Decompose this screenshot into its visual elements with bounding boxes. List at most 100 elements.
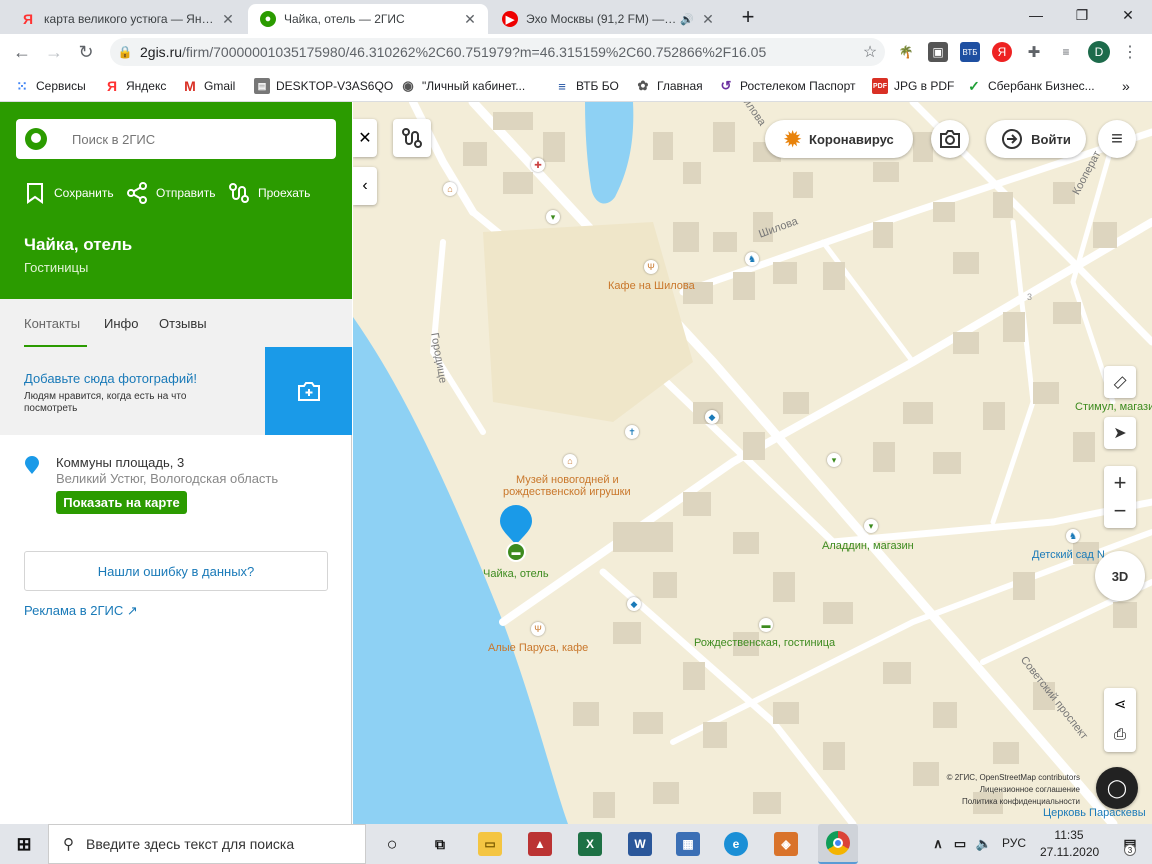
chrome-menu-icon[interactable]: ⋮ [1120,42,1140,62]
hotel-icon[interactable]: ▬ [506,542,526,562]
my-location-button[interactable]: ➤ [1104,417,1136,449]
print-icon[interactable]: ⎙ [1114,720,1126,750]
yandex-extension-icon[interactable]: Я [992,42,1012,62]
bookmark-rostelecom[interactable]: ↺ Ростелеком Паспорт [718,77,856,95]
close-panel-button[interactable]: ✕ [353,119,377,157]
browser-tab-yandex[interactable]: Я карта великого устюга — Яндекс ✕ [8,4,246,34]
taskbar-search[interactable]: ⚲ Введите здесь текст для поиска [48,824,366,864]
cortana-icon[interactable]: ○ [380,832,404,856]
bookmark-cabinet[interactable]: ◉ "Личный кабинет... [400,77,525,95]
poi-icon[interactable]: ◆ [627,597,641,611]
edge-icon[interactable]: e [724,832,748,856]
privacy-link[interactable]: Политика конфиденциальности [925,796,1080,808]
login-button[interactable]: Войти [986,120,1086,158]
coronavirus-button[interactable]: ✹ Коронавирус [765,120,913,158]
show-on-map-button[interactable]: Показать на карте [56,491,187,514]
task-view-icon[interactable]: ⧉ [428,832,452,856]
network-icon[interactable]: ▭ [948,832,972,856]
kindergarten-icon[interactable]: ♞ [745,252,759,266]
tab-reviews[interactable]: Отзывы [159,316,207,331]
save-button[interactable]: Сохранить [24,182,114,204]
place-label-museum[interactable]: Музей новогодней и [516,474,619,486]
maximize-button[interactable]: ❐ [1059,0,1105,30]
browser-tab-echo[interactable]: ▶ Эхо Москвы (91,2 FM) — слушать 🔊 ✕ [490,4,726,34]
reload-button[interactable]: ↻ [72,38,100,66]
map-view[interactable]: Шилова Шилова Городище Советский проспек… [353,102,1152,824]
back-button[interactable]: ← [8,38,36,66]
share-icon[interactable]: ⋖ [1114,690,1127,720]
zoom-in-button[interactable]: + [1114,469,1127,497]
place-label-kindergarten[interactable]: Детский сад N [1032,549,1105,561]
search-input[interactable] [72,131,312,147]
palm-extension-icon[interactable]: 🌴 [896,42,916,62]
tab-contacts[interactable]: Контакты [24,316,80,331]
bookmark-main[interactable]: ✿ Главная [635,77,703,95]
route-button[interactable]: Проехать [228,182,310,204]
place-label-museum-2[interactable]: рождественской игрушки [503,486,631,498]
selected-place-marker[interactable] [500,505,532,545]
shop-icon[interactable]: ▾ [827,453,841,467]
browser-tab-2gis[interactable]: ● Чайка, отель — 2ГИС ✕ [248,4,488,34]
museum-icon[interactable]: ⌂ [443,182,457,196]
place-label-alye-parusa[interactable]: Алые Паруса, кафе [488,642,588,654]
cafe-icon[interactable]: Ψ [644,260,658,274]
close-tab-icon[interactable]: ✕ [220,11,236,28]
museum-icon[interactable]: ⌂ [563,454,577,468]
app-icon[interactable]: ▦ [676,832,700,856]
send-button[interactable]: Отправить [126,182,216,204]
close-window-button[interactable]: ✕ [1105,0,1151,30]
word-icon[interactable]: W [628,832,652,856]
search-box[interactable] [16,119,336,159]
forward-button[interactable]: → [40,38,68,66]
bookmark-star-icon[interactable]: ☆ [855,42,885,62]
poi-icon[interactable]: ◆ [705,410,719,424]
address-bar[interactable]: 🔒 2gis.ru/firm/70000001035175980/46.3102… [110,38,885,66]
place-label-chaika[interactable]: Чайка, отель [483,568,549,580]
kindergarten-icon[interactable]: ♞ [1066,529,1080,543]
bookmarks-overflow-icon[interactable]: » [1122,77,1130,95]
3d-button[interactable]: 3D [1095,551,1145,601]
file-explorer-icon[interactable]: ▭ [478,832,502,856]
place-label-rozhdestvenskaya[interactable]: Рождественская, гостиница [694,637,835,649]
hotel-icon[interactable]: ▬ [759,618,773,632]
bookmark-services[interactable]: ⁙ Сервисы [14,77,86,95]
poi-icon[interactable]: ✚ [531,158,545,172]
shop-icon[interactable]: ▾ [864,519,878,533]
minimize-button[interactable]: — [1013,0,1059,30]
bookmark-yandex[interactable]: Я Яндекс [104,77,166,95]
place-label-aladdin[interactable]: Аладдин, магазин [822,540,914,552]
collapse-panel-button[interactable]: ‹ [353,167,377,205]
reading-list-icon[interactable]: ≡ [1056,42,1076,62]
language-indicator[interactable]: РУС [1002,836,1026,850]
app-icon[interactable]: ▲ [528,832,552,856]
menu-button[interactable]: ≡ [1098,120,1136,158]
tab-info[interactable]: Инфо [104,316,138,331]
license-link[interactable]: Лицензионное соглашение [925,784,1080,796]
report-error-button[interactable]: Нашли ошибку в данных? [24,551,328,591]
profile-avatar[interactable]: D [1088,41,1110,63]
chat-button[interactable]: ◯ [1096,767,1138,809]
screen-extension-icon[interactable]: ▣ [928,42,948,62]
place-label-stimul[interactable]: Стимул, магази [1075,401,1152,413]
bookmark-desktop[interactable]: ▤ DESKTOP-V3AS6QO [254,77,393,95]
close-tab-icon[interactable]: ✕ [462,11,478,28]
add-photo-button[interactable] [265,347,352,435]
vtb-extension-icon[interactable]: ВТБ [960,42,980,62]
close-tab-icon[interactable]: ✕ [700,11,716,28]
extensions-puzzle-icon[interactable]: ✚ [1024,42,1044,62]
place-label-church[interactable]: Церковь Параскевы [1043,807,1146,819]
zoom-out-button[interactable]: − [1114,497,1127,525]
place-label-cafe-shilova[interactable]: Кафе на Шилова [608,280,695,292]
add-photo-heading[interactable]: Добавьте сюда фотографий! [24,371,197,386]
clock[interactable]: 11:35 27.11.2020 [1040,827,1099,861]
chrome-taskbar-button[interactable] [818,824,858,864]
bookmark-vtb[interactable]: ≡ ВТБ БО [554,77,619,95]
bookmark-gmail[interactable]: M Gmail [182,77,235,95]
routes-button[interactable] [393,119,431,157]
church-icon[interactable]: ✝ [625,425,639,439]
bookmark-jpg-pdf[interactable]: PDF JPG в PDF [872,77,954,95]
new-tab-button[interactable]: + [734,3,762,31]
bookmark-sberbank[interactable]: ✓ Сбербанк Бизнес... [966,77,1095,95]
camera-button[interactable] [931,120,969,158]
volume-icon[interactable]: 🔈 [972,832,996,856]
